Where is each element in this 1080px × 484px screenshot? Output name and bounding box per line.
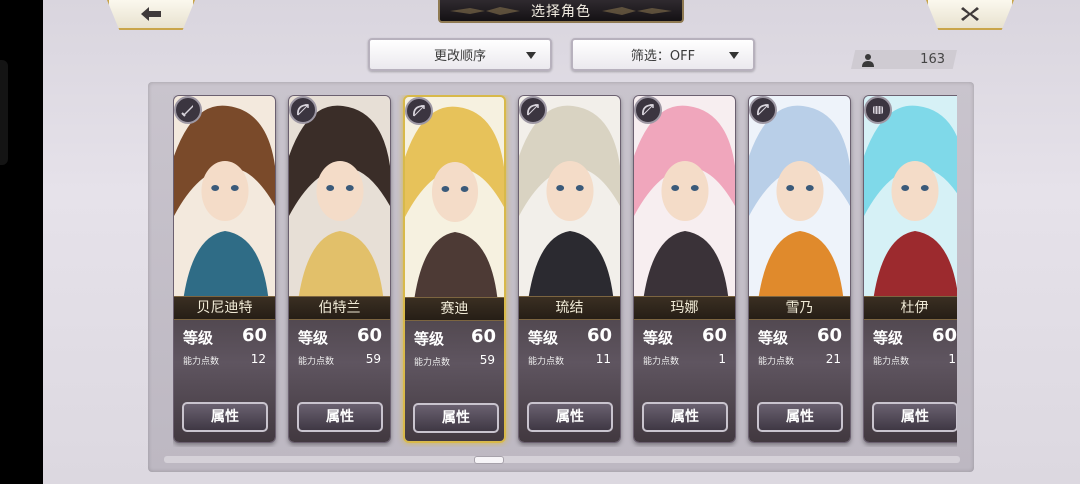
character-card[interactable]: 贝尼迪特等级 60 能力点数 12 属性 [173, 95, 276, 443]
character-name: 贝尼迪特 [174, 296, 275, 320]
character-card[interactable]: 伯特兰等级 60 能力点数 59 属性 [288, 95, 391, 443]
ability-points-label: 能力点数 [414, 358, 451, 368]
character-card[interactable]: 杜伊等级 60 能力点数 1 属性 [863, 95, 957, 443]
bow-icon [527, 104, 539, 116]
level-value: 60 [701, 325, 727, 346]
level-label: 等级 [873, 329, 904, 347]
ability-points-value: 1 [948, 352, 956, 366]
weapon-type-badge [634, 96, 662, 124]
game-screen: 选择角色 更改顺序 筛选：OFF 163 贝尼迪特 等级 60 能力点数 12 属性 伯特兰… [43, 0, 1080, 484]
ability-points-label: 能力点数 [528, 357, 565, 367]
level-label: 等级 [414, 330, 445, 348]
dropdown-caret-icon [526, 52, 536, 59]
level-label: 等级 [298, 329, 329, 347]
sort-order-dropdown[interactable]: 更改顺序 [368, 38, 552, 71]
bow-icon [413, 105, 425, 117]
level-label: 等级 [643, 329, 674, 347]
attributes-button[interactable]: 属性 [642, 402, 728, 432]
ability-points-value: 59 [479, 353, 495, 367]
back-button[interactable] [107, 0, 195, 30]
bow-icon [642, 104, 654, 116]
ability-points-label: 能力点数 [643, 357, 680, 367]
ability-points-value: 11 [595, 352, 611, 366]
character-count-box: 163 [851, 50, 957, 69]
level-value: 60 [241, 325, 267, 346]
title-ornament-icon [450, 7, 520, 15]
character-card-strip[interactable]: 贝尼迪特等级 60 能力点数 12 属性 伯特兰等级 60 能力点数 59 属性 赛迪等级 60 能力点… [173, 95, 957, 447]
character-name: 杜伊 [864, 296, 957, 320]
level-value: 60 [816, 325, 842, 346]
ability-points-label: 能力点数 [758, 357, 795, 367]
character-portrait [749, 96, 850, 296]
title-bar: 选择角色 [438, 0, 684, 23]
sword-icon [181, 105, 193, 117]
character-portrait [289, 96, 390, 296]
ability-points-label: 能力点数 [873, 357, 910, 367]
scroll-track[interactable] [164, 456, 960, 463]
ability-points-value: 1 [718, 352, 726, 366]
page-title: 选择角色 [531, 3, 591, 20]
weapon-type-badge [174, 96, 202, 124]
weapon-type-badge [289, 96, 317, 124]
ability-points-value: 59 [365, 352, 381, 366]
level-label: 等级 [528, 329, 559, 347]
character-name: 伯特兰 [289, 296, 390, 320]
attributes-button[interactable]: 属性 [413, 403, 499, 433]
character-portrait [864, 96, 957, 296]
filter-label: 筛选：OFF [630, 49, 696, 64]
sort-order-label: 更改顺序 [433, 49, 486, 64]
weapon-type-badge [519, 96, 547, 124]
ability-points-label: 能力点数 [298, 357, 335, 367]
character-card[interactable]: 赛迪等级 60 能力点数 59 属性 [403, 95, 506, 443]
close-icon [961, 7, 979, 21]
level-value: 60 [470, 326, 496, 347]
level-value: 60 [931, 325, 957, 346]
character-card[interactable]: 雪乃等级 60 能力点数 21 属性 [748, 95, 851, 443]
character-name: 雪乃 [749, 296, 850, 320]
fist-icon [873, 106, 883, 114]
character-name: 玛娜 [634, 296, 735, 320]
back-arrow-icon [141, 7, 161, 21]
weapon-type-badge [864, 96, 892, 124]
character-count: 163 [920, 52, 945, 67]
attributes-button[interactable]: 属性 [527, 402, 613, 432]
ability-points-value: 12 [250, 352, 266, 366]
ability-points-value: 21 [825, 352, 841, 366]
weapon-type-badge [405, 97, 433, 125]
bow-icon [757, 104, 769, 116]
level-label: 等级 [183, 329, 214, 347]
level-label: 等级 [758, 329, 789, 347]
character-portrait [405, 97, 504, 297]
character-name: 赛迪 [405, 297, 504, 321]
weapon-type-badge [749, 96, 777, 124]
bow-icon [297, 104, 309, 116]
filter-dropdown[interactable]: 筛选：OFF [571, 38, 755, 71]
attributes-button[interactable]: 属性 [757, 402, 843, 432]
character-name: 琉结 [519, 296, 620, 320]
level-value: 60 [586, 325, 612, 346]
ability-points-label: 能力点数 [183, 357, 220, 367]
dropdown-caret-icon [729, 52, 739, 59]
character-portrait [634, 96, 735, 296]
character-card[interactable]: 玛娜等级 60 能力点数 1 属性 [633, 95, 736, 443]
title-ornament-icon [602, 7, 672, 15]
close-button[interactable] [926, 0, 1014, 30]
character-portrait [519, 96, 620, 296]
level-value: 60 [356, 325, 382, 346]
camera-notch [0, 60, 8, 165]
scroll-thumb[interactable] [474, 456, 504, 464]
attributes-button[interactable]: 属性 [297, 402, 383, 432]
person-icon [862, 53, 874, 67]
attributes-button[interactable]: 属性 [182, 402, 268, 432]
character-card[interactable]: 琉结等级 60 能力点数 11 属性 [518, 95, 621, 443]
attributes-button[interactable]: 属性 [872, 402, 957, 432]
character-portrait [174, 96, 275, 296]
